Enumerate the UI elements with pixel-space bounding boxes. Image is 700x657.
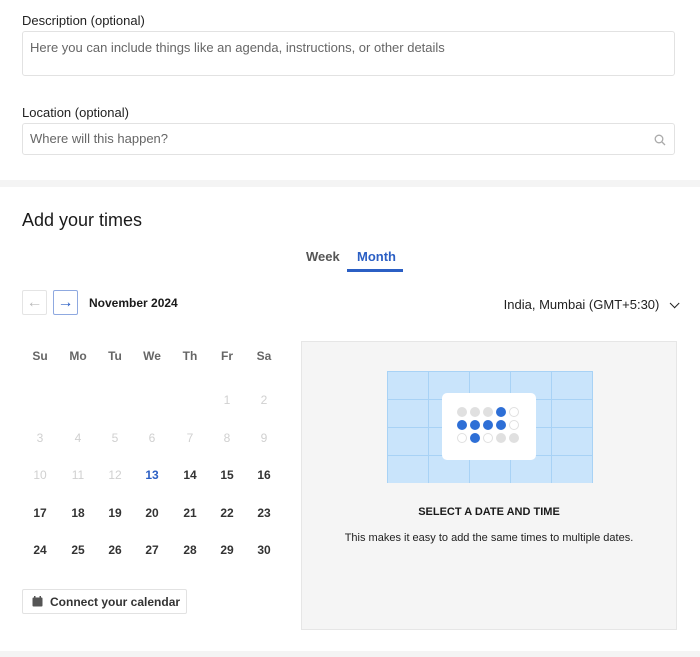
illustration-dot bbox=[470, 420, 480, 430]
description-input[interactable]: Here you can include things like an agen… bbox=[22, 31, 675, 76]
calendar-day[interactable]: 15 bbox=[212, 468, 242, 482]
calendar-day[interactable]: 25 bbox=[63, 543, 93, 557]
month-label: November 2024 bbox=[89, 296, 178, 310]
event-details-section: Description (optional) Here you can incl… bbox=[0, 0, 700, 180]
illustration-dot bbox=[509, 433, 519, 443]
calendar-day: 8 bbox=[223, 430, 231, 445]
illustration-dot bbox=[509, 407, 519, 417]
calendar-day[interactable]: 18 bbox=[63, 506, 93, 520]
calendar-day[interactable]: 28 bbox=[175, 543, 205, 557]
illustration-dot bbox=[496, 420, 506, 430]
weekday-th: Th bbox=[182, 349, 198, 363]
calendar-day[interactable]: 23 bbox=[249, 506, 279, 520]
weekday-su: Su bbox=[32, 349, 48, 363]
weekday-fr: Fr bbox=[221, 349, 233, 363]
calendar-day: 2 bbox=[260, 393, 268, 407]
time-selection-panel: SELECT A DATE AND TIME This makes it eas… bbox=[301, 341, 677, 630]
illustration-dot bbox=[483, 420, 493, 430]
illustration-dot bbox=[470, 407, 480, 417]
calendar-day: 5 bbox=[111, 430, 119, 445]
calendar-day: 1 bbox=[223, 393, 231, 407]
illustration bbox=[387, 371, 593, 483]
calendar-day[interactable]: 27 bbox=[137, 543, 167, 557]
calendar-day[interactable]: 30 bbox=[249, 543, 279, 557]
connect-calendar-label: Connect your calendar bbox=[50, 594, 181, 609]
illustration-dot bbox=[483, 407, 493, 417]
arrow-right-icon: → bbox=[57, 293, 74, 311]
calendar-day: 7 bbox=[186, 430, 194, 445]
tab-week[interactable]: Week bbox=[306, 249, 340, 264]
calendar-day: 10 bbox=[33, 468, 47, 482]
active-tab-indicator bbox=[347, 269, 403, 272]
tab-month[interactable]: Month bbox=[357, 249, 396, 264]
calendar-day[interactable]: 24 bbox=[25, 543, 55, 557]
arrow-left-icon: ← bbox=[26, 293, 43, 311]
location-label: Location (optional) bbox=[22, 105, 129, 120]
connect-calendar-button[interactable]: Connect your calendar bbox=[22, 589, 187, 614]
illustration-dot bbox=[457, 407, 467, 417]
illustration-dot bbox=[496, 433, 506, 443]
calendar-day[interactable]: 21 bbox=[175, 506, 205, 520]
calendar-day: 3 bbox=[36, 430, 44, 445]
location-input[interactable]: Where will this happen? bbox=[22, 123, 675, 155]
timezone-select[interactable]: India, Mumbai (GMT+5:30) bbox=[503, 297, 680, 312]
next-month-button[interactable]: → bbox=[53, 290, 78, 315]
panel-title: SELECT A DATE AND TIME bbox=[418, 506, 560, 518]
calendar-day[interactable]: 19 bbox=[100, 506, 130, 520]
illustration-dot bbox=[457, 420, 467, 430]
weekday-we: We bbox=[143, 349, 161, 363]
illustration-dot bbox=[457, 433, 467, 443]
search-icon bbox=[654, 134, 666, 146]
weekday-tu: Tu bbox=[108, 349, 122, 363]
timezone-value: India, Mumbai (GMT+5:30) bbox=[503, 297, 660, 312]
illustration-dot bbox=[483, 433, 493, 443]
calendar-day[interactable]: 29 bbox=[212, 543, 242, 557]
calendar-icon bbox=[32, 596, 43, 607]
illustration-dot bbox=[509, 420, 519, 430]
illustration-card bbox=[442, 393, 536, 460]
calendar-day: 12 bbox=[108, 468, 122, 482]
prev-month-button[interactable]: ← bbox=[22, 290, 47, 315]
calendar-day[interactable]: 13 bbox=[137, 468, 167, 482]
chevron-down-icon bbox=[669, 298, 680, 309]
weekday-sa: Sa bbox=[256, 349, 272, 363]
description-placeholder: Here you can include things like an agen… bbox=[30, 40, 445, 55]
calendar-day[interactable]: 22 bbox=[212, 506, 242, 520]
illustration-dot bbox=[496, 407, 506, 417]
description-label: Description (optional) bbox=[22, 13, 145, 28]
calendar-day: 11 bbox=[71, 468, 85, 482]
panel-subtitle: This makes it easy to add the same times… bbox=[344, 532, 634, 544]
calendar-day: 6 bbox=[148, 430, 156, 445]
calendar-day[interactable]: 20 bbox=[137, 506, 167, 520]
location-placeholder: Where will this happen? bbox=[30, 131, 169, 146]
calendar-day[interactable]: 17 bbox=[25, 506, 55, 520]
add-times-section: Add your times Week Month ← → November 2… bbox=[0, 187, 700, 651]
calendar-day[interactable]: 16 bbox=[249, 468, 279, 482]
calendar-day: 4 bbox=[74, 430, 82, 445]
calendar-day: 9 bbox=[260, 430, 268, 445]
section-title: Add your times bbox=[22, 210, 143, 230]
calendar-day[interactable]: 14 bbox=[175, 468, 205, 482]
illustration-dot bbox=[470, 433, 480, 443]
calendar-day[interactable]: 26 bbox=[100, 543, 130, 557]
weekday-mo: Mo bbox=[69, 349, 87, 363]
